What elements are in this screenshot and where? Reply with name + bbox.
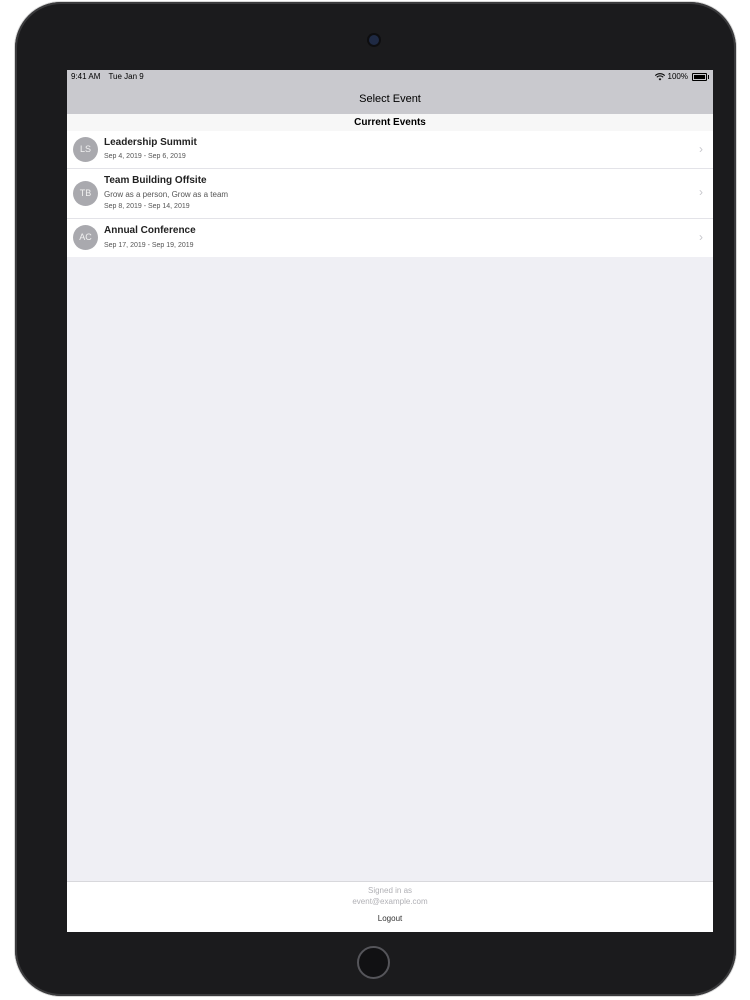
logout-button[interactable]: Logout [67, 914, 713, 923]
status-time: 9:41 AM [71, 72, 101, 81]
event-avatar: LS [73, 137, 98, 162]
signed-in-email: event@example.com [352, 897, 428, 906]
event-dates: Sep 4, 2019 - Sep 6, 2019 [104, 153, 186, 160]
event-title: Team Building Offsite [104, 175, 207, 186]
battery-percent: 100% [667, 72, 688, 81]
account-footer: Signed in as event@example.com Logout [67, 881, 713, 932]
signed-in-label: Signed in as [367, 886, 413, 895]
home-button[interactable] [357, 946, 390, 979]
navigation-bar: Select Event [67, 84, 713, 114]
event-avatar: TB [73, 181, 98, 206]
event-row-annual-conference[interactable]: AC Annual Conference Sep 17, 2019 - Sep … [67, 219, 713, 257]
section-title: Current Events [354, 117, 426, 128]
event-subtitle: Grow as a person, Grow as a team [104, 190, 229, 199]
wifi-icon [654, 72, 665, 80]
event-row-team-building-offsite[interactable]: TB Team Building Offsite Grow as a perso… [67, 169, 713, 219]
status-date: Tue Jan 9 [108, 72, 144, 81]
chevron-right-icon: › [699, 185, 703, 199]
event-title: Annual Conference [104, 225, 196, 236]
event-list: LS Leadership Summit Sep 4, 2019 - Sep 6… [67, 131, 713, 257]
event-dates: Sep 8, 2019 - Sep 14, 2019 [104, 203, 190, 210]
section-header: Current Events [67, 114, 713, 131]
event-dates: Sep 17, 2019 - Sep 19, 2019 [104, 242, 194, 249]
app-screen: 9:41 AM Tue Jan 9 100% Select Event Curr… [67, 70, 713, 932]
status-bar: 9:41 AM Tue Jan 9 100% [67, 70, 713, 84]
ipad-device-frame: 9:41 AM Tue Jan 9 100% Select Event Curr… [15, 2, 736, 996]
status-left: 9:41 AM Tue Jan 9 [71, 72, 150, 81]
front-camera-icon [369, 35, 379, 45]
battery-icon [692, 72, 709, 81]
event-row-leadership-summit[interactable]: LS Leadership Summit Sep 4, 2019 - Sep 6… [67, 131, 713, 169]
event-title: Leadership Summit [104, 137, 197, 148]
chevron-right-icon: › [699, 142, 703, 156]
chevron-right-icon: › [699, 230, 703, 244]
status-right: 100% [654, 72, 709, 81]
event-avatar: AC [73, 225, 98, 250]
page-title: Select Event [359, 93, 421, 105]
